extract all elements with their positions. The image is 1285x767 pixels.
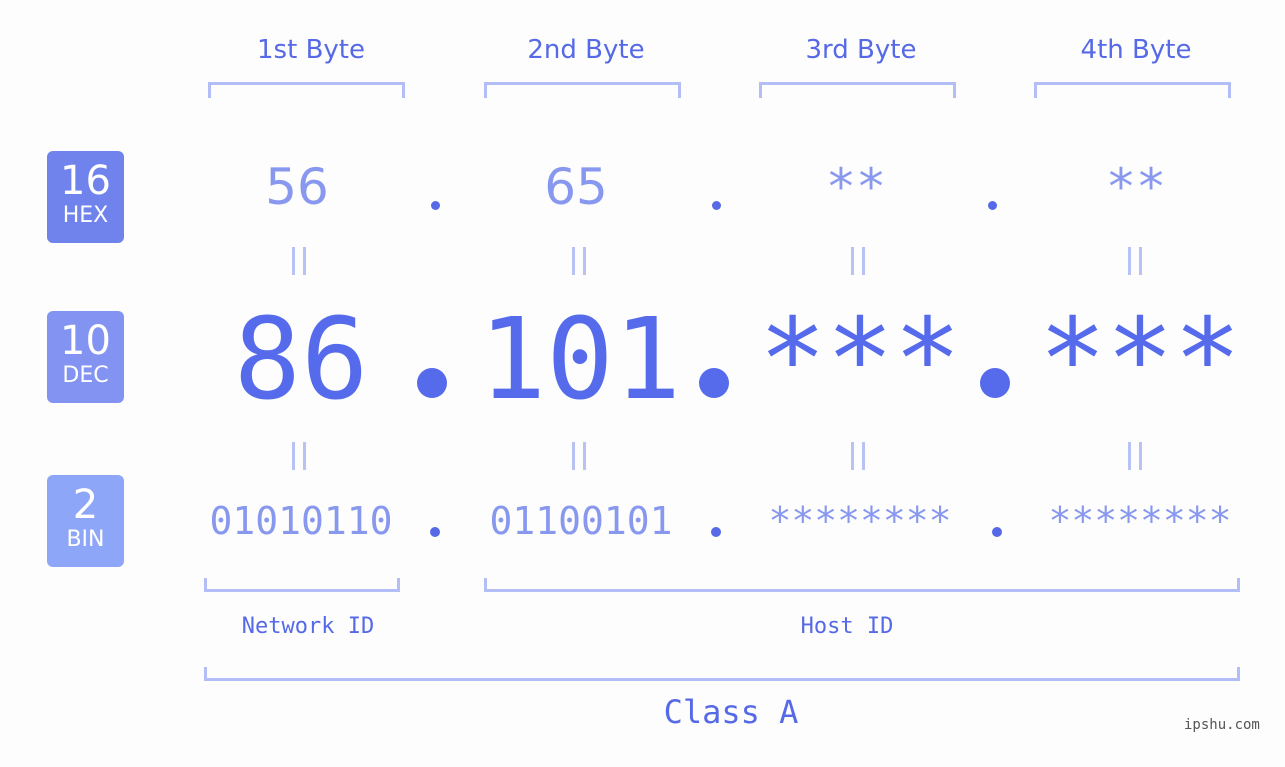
network-id-label: Network ID: [241, 614, 375, 639]
class-label: Class A: [663, 693, 799, 731]
dec-base-number: 10: [60, 318, 111, 364]
equals-icon: [290, 442, 308, 470]
hex-dot-2: [712, 201, 721, 210]
hex-badge: 16 HEX: [47, 151, 124, 243]
dec-octet-4: ***: [1038, 295, 1242, 425]
hex-dot-3: [988, 201, 997, 210]
hex-octet-3: **: [825, 158, 887, 216]
bin-dot-2: [711, 527, 721, 537]
class-bracket: [204, 667, 1240, 681]
equals-icon: [849, 442, 867, 470]
byte-bracket-1: [208, 82, 405, 98]
watermark: ipshu.com: [1184, 717, 1260, 733]
byte-header-4: 4th Byte: [1080, 35, 1192, 65]
hex-dot-1: [431, 201, 440, 210]
hex-octet-4: **: [1105, 158, 1167, 216]
host-id-label: Host ID: [800, 614, 894, 639]
dec-dot-3: [980, 368, 1010, 398]
byte-bracket-3: [759, 82, 956, 98]
equals-icon: [849, 247, 867, 275]
dec-dot-1: [417, 368, 447, 398]
dec-octet-3: ***: [758, 295, 962, 425]
hex-octet-2: 65: [544, 158, 608, 216]
bin-base-number: 2: [72, 482, 99, 528]
byte-header-3: 3rd Byte: [805, 35, 917, 65]
bin-dot-1: [430, 527, 440, 537]
hex-base-number: 16: [60, 158, 111, 204]
bin-base-label: BIN: [66, 527, 105, 552]
equals-icon: [1126, 442, 1144, 470]
dec-badge: 10 DEC: [47, 311, 124, 403]
bin-octet-3: ********: [768, 499, 952, 543]
bin-badge: 2 BIN: [47, 475, 124, 567]
equals-icon: [570, 442, 588, 470]
byte-header-1: 1st Byte: [257, 35, 365, 65]
equals-icon: [290, 247, 308, 275]
bin-dot-3: [992, 527, 1002, 537]
dec-dot-2: [699, 368, 729, 398]
host-id-bracket: [484, 578, 1240, 592]
bin-octet-1: 01010110: [209, 499, 393, 543]
network-id-bracket: [204, 578, 400, 592]
byte-header-2: 2nd Byte: [527, 35, 645, 65]
bin-octet-2: 01100101: [489, 499, 673, 543]
hex-base-label: HEX: [62, 203, 109, 228]
equals-icon: [1126, 247, 1144, 275]
hex-octet-1: 56: [265, 158, 329, 216]
dec-base-label: DEC: [62, 363, 109, 388]
dec-octet-2: 101: [478, 295, 682, 425]
bin-octet-4: ********: [1048, 499, 1232, 543]
byte-bracket-4: [1034, 82, 1231, 98]
byte-bracket-2: [484, 82, 681, 98]
dec-octet-1: 86: [233, 295, 369, 425]
equals-icon: [570, 247, 588, 275]
